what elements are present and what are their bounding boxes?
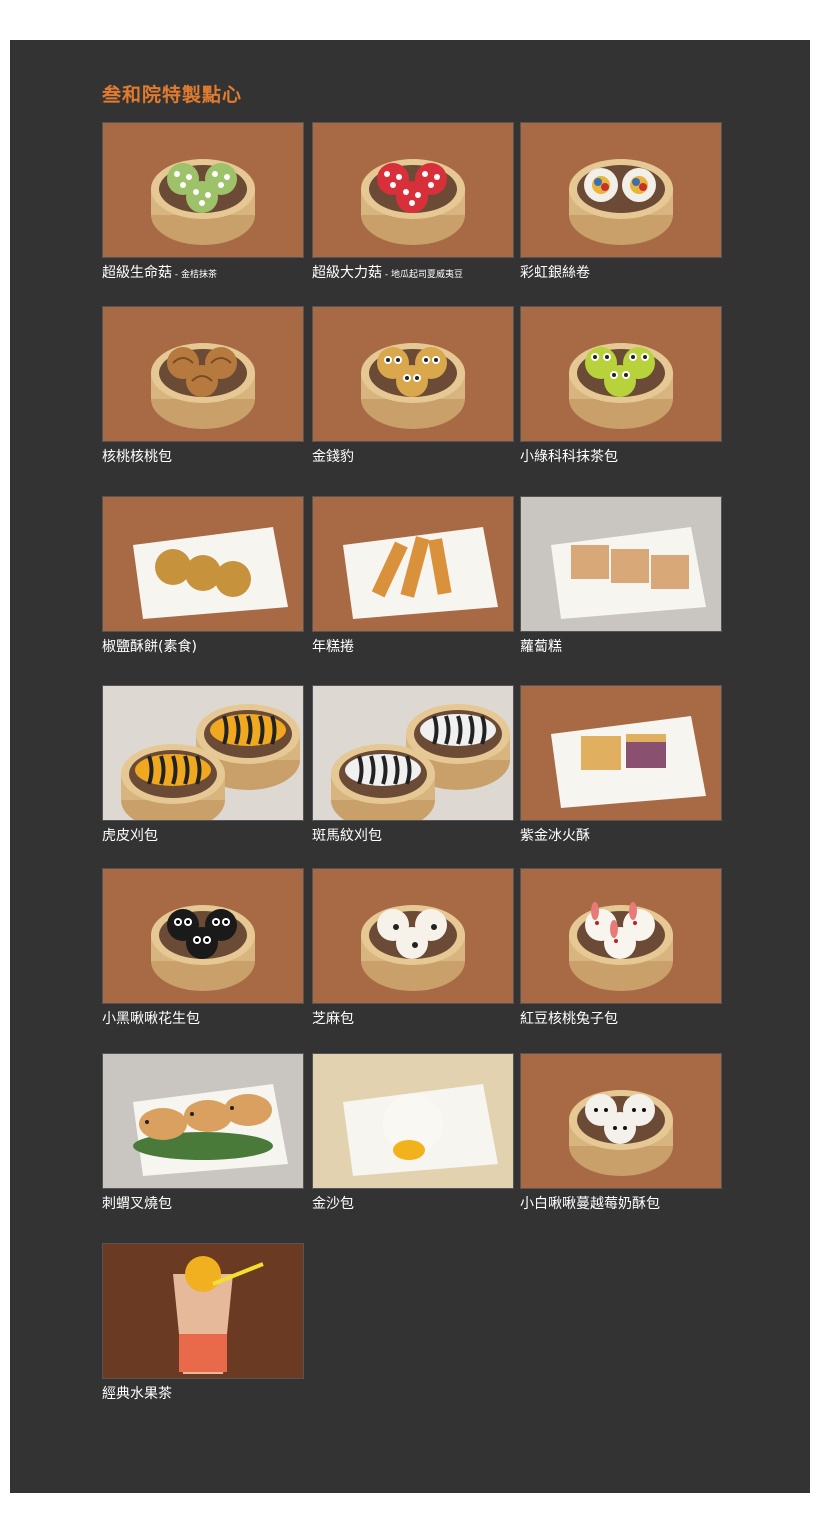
menu-item-photo — [520, 306, 722, 442]
menu-item-caption: 超級大力菇 - 地瓜起司夏威夷豆 — [312, 264, 512, 284]
menu-item-caption: 斑馬紋刈包 — [312, 827, 512, 845]
menu-item-name: 小黑啾啾花生包 — [102, 1011, 200, 1027]
menu-item-caption: 虎皮刈包 — [102, 827, 302, 845]
menu-item-name: 金沙包 — [312, 1196, 354, 1212]
menu-item-name: 超級大力菇 — [312, 265, 382, 281]
menu-item-photo — [102, 868, 304, 1004]
menu-item-card: 經典水果茶 — [102, 1243, 304, 1403]
menu-item-card: 年糕捲 — [312, 496, 514, 656]
menu-item-photo — [520, 122, 722, 258]
menu-item-caption: 核桃核桃包 — [102, 448, 302, 466]
menu-item-name: 蘿蔔糕 — [520, 639, 562, 655]
menu-item-photo — [102, 685, 304, 821]
menu-item-name: 年糕捲 — [312, 639, 354, 655]
menu-item-card: 超級生命菇 - 金桔抹茶 — [102, 122, 304, 284]
menu-item-card: 紅豆核桃兔子包 — [520, 868, 722, 1028]
menu-item-caption: 蘿蔔糕 — [520, 638, 720, 656]
menu-item-caption: 小黑啾啾花生包 — [102, 1010, 302, 1028]
menu-item-name: 經典水果茶 — [102, 1386, 172, 1402]
menu-item-name: 核桃核桃包 — [102, 449, 172, 465]
menu-item-photo — [102, 122, 304, 258]
menu-item-caption: 金錢豹 — [312, 448, 512, 466]
menu-item-name: 虎皮刈包 — [102, 828, 158, 844]
menu-item-name: 刺蝟叉燒包 — [102, 1196, 172, 1212]
menu-item-card: 彩虹銀絲卷 — [520, 122, 722, 282]
menu-item-card: 椒鹽酥餅(素食) — [102, 496, 304, 656]
menu-item-photo — [102, 306, 304, 442]
menu-item-caption: 芝麻包 — [312, 1010, 512, 1028]
menu-item-card: 虎皮刈包 — [102, 685, 304, 845]
menu-item-name: 超級生命菇 — [102, 265, 172, 281]
menu-item-caption: 金沙包 — [312, 1195, 512, 1213]
menu-item-name: 紅豆核桃兔子包 — [520, 1011, 618, 1027]
menu-item-caption: 經典水果茶 — [102, 1385, 302, 1403]
menu-item-caption: 小白啾啾蔓越莓奶酥包 — [520, 1195, 720, 1213]
menu-item-card: 小黑啾啾花生包 — [102, 868, 304, 1028]
menu-item-photo — [312, 496, 514, 632]
menu-item-name: 芝麻包 — [312, 1011, 354, 1027]
menu-item-caption: 超級生命菇 - 金桔抹茶 — [102, 264, 302, 284]
menu-item-photo — [520, 868, 722, 1004]
menu-item-photo — [312, 1053, 514, 1189]
menu-item-photo — [102, 1243, 304, 1379]
menu-item-photo — [312, 306, 514, 442]
menu-item-caption: 椒鹽酥餅(素食) — [102, 638, 302, 656]
menu-item-name: 斑馬紋刈包 — [312, 828, 382, 844]
menu-panel: 叁和院特製點心 超級生命菇 - 金桔抹茶 超級大力菇 - 地瓜起司夏威夷豆 彩虹… — [10, 40, 810, 1493]
menu-item-card: 小綠科科抹茶包 — [520, 306, 722, 466]
menu-item-caption: 紫金冰火酥 — [520, 827, 720, 845]
menu-item-card: 金錢豹 — [312, 306, 514, 466]
menu-item-photo — [102, 496, 304, 632]
menu-item-photo — [312, 122, 514, 258]
menu-item-card: 斑馬紋刈包 — [312, 685, 514, 845]
menu-item-photo — [312, 685, 514, 821]
menu-item-photo — [520, 496, 722, 632]
menu-item-card: 芝麻包 — [312, 868, 514, 1028]
menu-item-card: 金沙包 — [312, 1053, 514, 1213]
menu-item-card: 核桃核桃包 — [102, 306, 304, 466]
menu-item-name: 小白啾啾蔓越莓奶酥包 — [520, 1196, 660, 1212]
menu-item-caption: 刺蝟叉燒包 — [102, 1195, 302, 1213]
menu-item-caption: 年糕捲 — [312, 638, 512, 656]
menu-item-name: 小綠科科抹茶包 — [520, 449, 618, 465]
menu-item-subtitle: - 金桔抹茶 — [172, 270, 217, 280]
menu-item-photo — [520, 1053, 722, 1189]
menu-item-photo — [520, 685, 722, 821]
menu-item-name: 紫金冰火酥 — [520, 828, 590, 844]
menu-item-photo — [102, 1053, 304, 1189]
menu-item-caption: 彩虹銀絲卷 — [520, 264, 720, 282]
menu-item-name: 椒鹽酥餅(素食) — [102, 639, 197, 655]
menu-item-name: 金錢豹 — [312, 449, 354, 465]
menu-item-card: 蘿蔔糕 — [520, 496, 722, 656]
page-title: 叁和院特製點心 — [102, 84, 243, 106]
menu-item-card: 刺蝟叉燒包 — [102, 1053, 304, 1213]
menu-item-name: 彩虹銀絲卷 — [520, 265, 590, 281]
menu-item-card: 超級大力菇 - 地瓜起司夏威夷豆 — [312, 122, 514, 284]
menu-item-card: 小白啾啾蔓越莓奶酥包 — [520, 1053, 722, 1213]
menu-item-subtitle: - 地瓜起司夏威夷豆 — [382, 270, 463, 280]
menu-item-photo — [312, 868, 514, 1004]
menu-item-caption: 紅豆核桃兔子包 — [520, 1010, 720, 1028]
menu-item-card: 紫金冰火酥 — [520, 685, 722, 845]
menu-item-caption: 小綠科科抹茶包 — [520, 448, 720, 466]
